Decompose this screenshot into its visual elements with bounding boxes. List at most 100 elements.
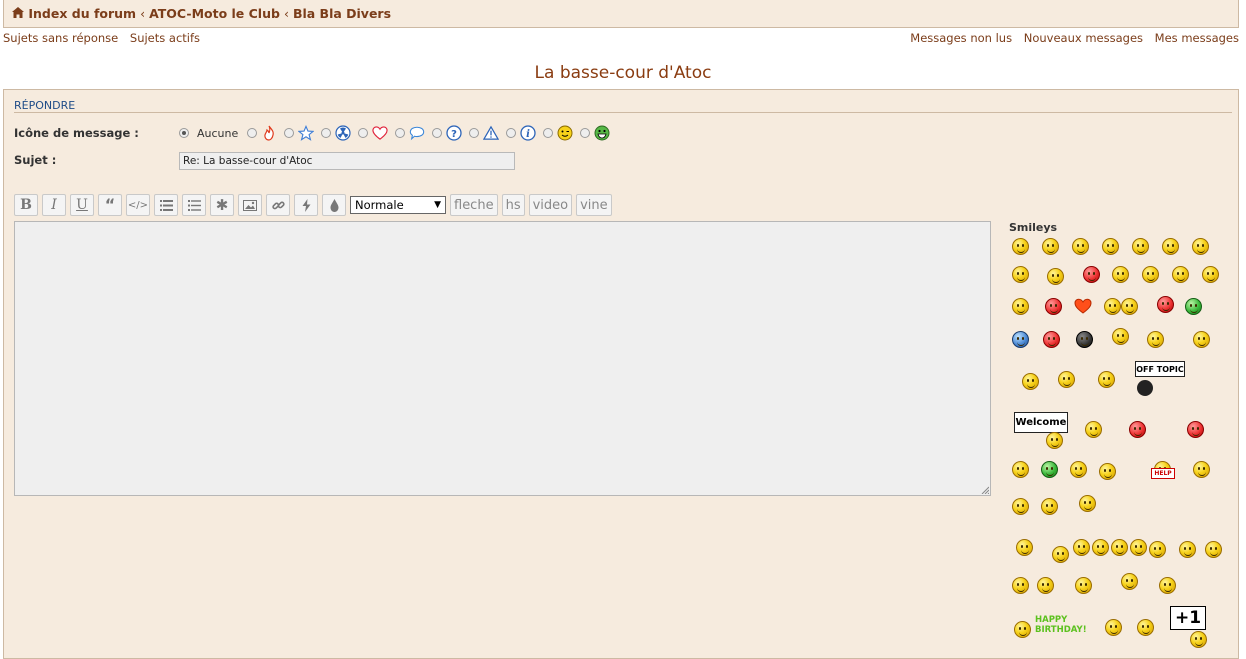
page-title[interactable]: La basse-cour d'Atoc (0, 63, 1246, 83)
shocked-smiley-icon[interactable] (1142, 266, 1159, 283)
breadcrumb-forum-link[interactable]: Bla Bla Divers (293, 6, 391, 21)
idea-smiley-icon[interactable] (1205, 541, 1222, 558)
party-smiley-icon[interactable] (1014, 621, 1031, 638)
code-button[interactable]: </> (126, 194, 150, 216)
bullet-list-button[interactable] (154, 194, 178, 216)
watch-smiley-icon[interactable] (1130, 539, 1147, 556)
unread-messages-link[interactable]: Messages non lus (910, 31, 1012, 45)
stare-smiley-icon[interactable] (1092, 539, 1109, 556)
heart-icon[interactable] (1074, 298, 1092, 314)
music-smiley-icon[interactable] (1147, 331, 1164, 348)
tongue-smiley-icon[interactable] (1192, 238, 1209, 255)
drink-smiley-icon[interactable] (1098, 371, 1115, 388)
fleche-button[interactable]: fleche (450, 194, 498, 216)
bold-button[interactable]: B (14, 194, 38, 216)
kiss-partner-smiley-icon[interactable] (1121, 298, 1138, 315)
subject-input[interactable]: Re: La basse-cour d'Atoc (179, 152, 515, 170)
icon-radio-wink[interactable] (543, 128, 554, 138)
link-button[interactable] (266, 194, 290, 216)
icon-radio-fire[interactable] (247, 128, 258, 138)
ohmy-smiley-icon[interactable] (1041, 498, 1058, 515)
new-messages-link[interactable]: Nouveaux messages (1024, 31, 1143, 45)
video-button[interactable]: video (528, 194, 573, 216)
happy-birthday-icon[interactable]: HAPPY BIRTHDAY! (1035, 615, 1087, 635)
font-size-select[interactable]: Normale ▼ (350, 196, 446, 214)
grin-smiley-icon[interactable] (1042, 238, 1059, 255)
color-button[interactable] (322, 194, 346, 216)
icon-radio-info[interactable] (506, 128, 517, 138)
eyes-smiley-icon[interactable] (1073, 539, 1090, 556)
message-textarea[interactable] (14, 221, 991, 496)
glance-smiley-icon[interactable] (1149, 541, 1166, 558)
italic-button[interactable]: I (42, 194, 66, 216)
sleep-smiley-icon[interactable] (1058, 371, 1075, 388)
peek-smiley-icon[interactable] (1016, 539, 1033, 556)
surprised-smiley-icon[interactable] (1112, 266, 1129, 283)
welcome-sign-icon[interactable]: Welcome (1014, 412, 1068, 433)
home-icon[interactable] (12, 6, 24, 21)
flash-button[interactable] (294, 194, 318, 216)
quote-button[interactable]: “ (98, 194, 122, 216)
pirate-smiley-icon[interactable] (1129, 421, 1146, 438)
plus-one-smiley-icon[interactable] (1190, 631, 1207, 648)
happy-smiley-icon[interactable] (1162, 238, 1179, 255)
kiss-smiley-icon[interactable] (1104, 298, 1121, 315)
list-item-button[interactable]: ✱ (210, 194, 234, 216)
my-messages-link[interactable]: Mes messages (1155, 31, 1239, 45)
love-smiley-icon[interactable] (1045, 298, 1062, 315)
plus-one-sign-icon[interactable]: +1 (1170, 606, 1206, 630)
exclaim-smiley-icon[interactable] (1037, 577, 1054, 594)
sick-smiley-icon[interactable] (1185, 298, 1202, 315)
active-topics-link[interactable]: Sujets actifs (130, 31, 200, 45)
resize-grip-icon[interactable] (981, 486, 989, 494)
icon-radio-question[interactable] (432, 128, 443, 138)
vine-button[interactable]: vine (576, 194, 612, 216)
nausea-smiley-icon[interactable] (1041, 461, 1058, 478)
sleeping-smiley-icon[interactable] (1099, 463, 1116, 480)
breadcrumb-club-link[interactable]: ATOC-Moto le Club (149, 6, 280, 21)
cheers-smiley-icon[interactable] (1022, 373, 1039, 390)
unanswered-topics-link[interactable]: Sujets sans réponse (3, 31, 118, 45)
roll-smiley-icon[interactable] (1070, 461, 1087, 478)
smirk-smiley-icon[interactable] (1159, 577, 1176, 594)
icon-radio-star[interactable] (284, 128, 295, 138)
hs-button[interactable]: hs (501, 194, 525, 216)
offtopic-sign-icon[interactable]: OFF TOPIC (1135, 361, 1185, 377)
mad-smiley-icon[interactable] (1187, 421, 1204, 438)
breadcrumb-index-link[interactable]: Index du forum (28, 6, 136, 21)
dance-smiley-icon[interactable] (1112, 328, 1129, 345)
popcorn-smiley-icon[interactable] (1079, 495, 1096, 512)
icon-radio-grin[interactable] (580, 128, 591, 138)
arrow-smiley-icon[interactable] (1179, 541, 1196, 558)
angry-smiley-icon[interactable] (1043, 331, 1060, 348)
image-button[interactable] (238, 194, 262, 216)
icon-radio-speech[interactable] (395, 128, 406, 138)
biggrin-smiley-icon[interactable] (1047, 268, 1064, 285)
neutral-smiley-icon[interactable] (1072, 238, 1089, 255)
sad-smiley-icon[interactable] (1193, 331, 1210, 348)
bomb-icon[interactable] (1137, 380, 1153, 396)
cool-smiley-icon[interactable] (1102, 238, 1119, 255)
blush-smiley-icon[interactable] (1083, 266, 1100, 283)
smile-smiley-icon[interactable] (1012, 238, 1029, 255)
blink-smiley-icon[interactable] (1012, 461, 1029, 478)
wink-smiley-icon[interactable] (1012, 298, 1029, 315)
underline-button[interactable]: U (70, 194, 94, 216)
surf-smiley-icon[interactable] (1121, 573, 1138, 590)
icon-radio-heart[interactable] (358, 128, 369, 138)
ninja-smiley-icon[interactable] (1076, 331, 1093, 348)
devil-smiley-icon[interactable] (1157, 296, 1174, 313)
look-smiley-icon[interactable] (1111, 539, 1128, 556)
shy-smiley-icon[interactable] (1052, 546, 1069, 563)
numbered-list-button[interactable] (182, 194, 206, 216)
laugh-smiley-icon[interactable] (1012, 266, 1029, 283)
innocent-smiley-icon[interactable] (1012, 498, 1029, 515)
think-smiley-icon[interactable] (1137, 619, 1154, 636)
confused-smiley-icon[interactable] (1172, 266, 1189, 283)
cold-smiley-icon[interactable] (1012, 331, 1029, 348)
icon-radio-none[interactable] (179, 128, 189, 138)
question-smiley-icon[interactable] (1012, 577, 1029, 594)
welcome-smiley-icon[interactable] (1046, 432, 1063, 449)
eek-smiley-icon[interactable] (1202, 266, 1219, 283)
whistle-smiley-icon[interactable] (1075, 577, 1092, 594)
